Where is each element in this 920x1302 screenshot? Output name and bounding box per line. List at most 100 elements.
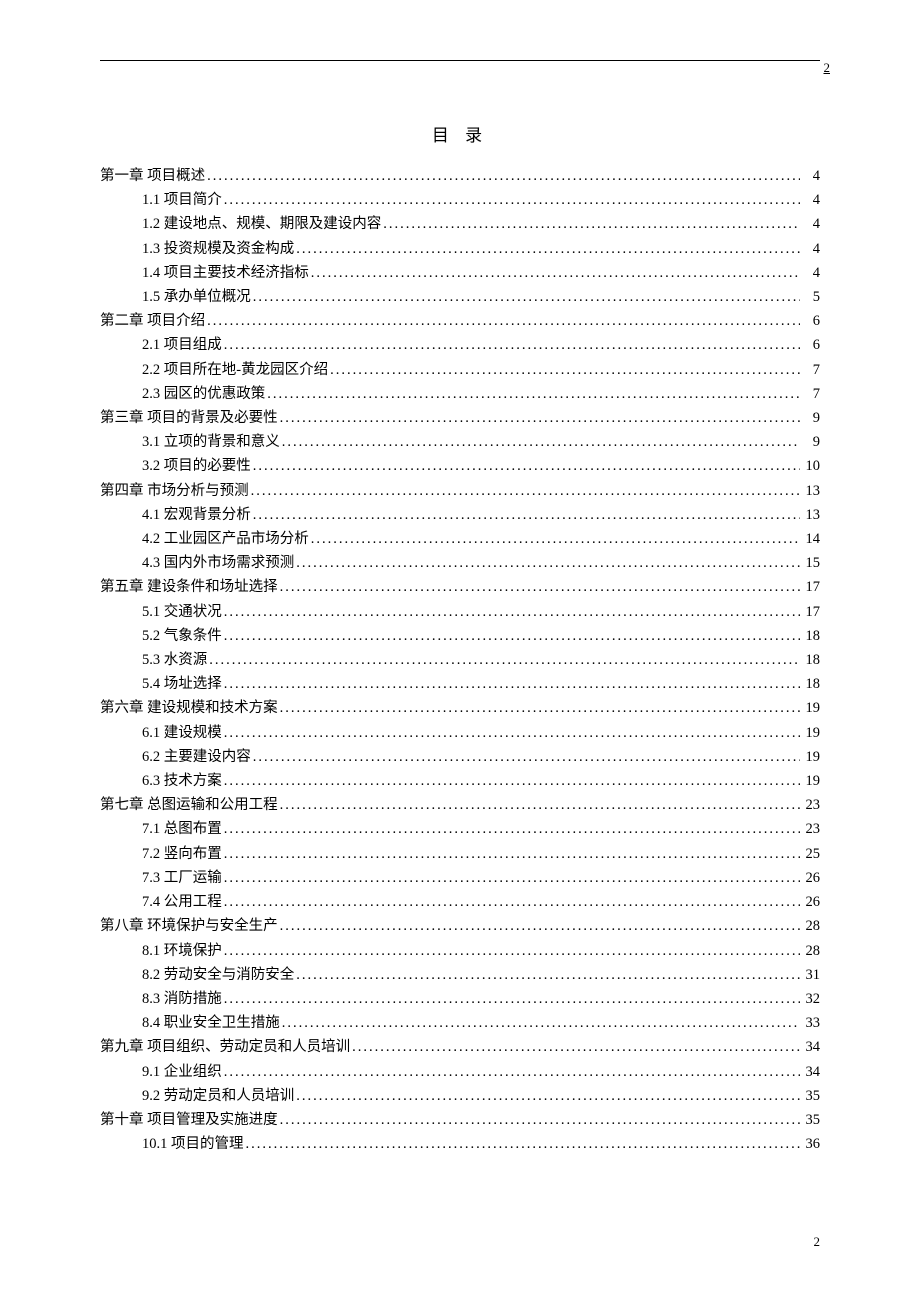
toc-entry: 1.1 项目简介4	[100, 188, 820, 212]
toc-entry-label: 7.3 工厂运输	[142, 866, 222, 890]
toc-leader-dots	[383, 212, 800, 236]
toc-entry: 5.2 气象条件 18	[100, 624, 820, 648]
toc-entry: 10.1 项目的管理36	[100, 1132, 820, 1156]
toc-entry: 3.1 立项的背景和意义 9	[100, 430, 820, 454]
toc-entry-label: 第十章 项目管理及实施进度	[100, 1108, 278, 1132]
toc-entry-page: 32	[802, 987, 820, 1011]
toc-entry-label: 3.1 立项的背景和意义	[142, 430, 280, 454]
toc-entry: 7.2 竖向布置25	[100, 842, 820, 866]
toc-leader-dots	[224, 866, 800, 890]
header-page-number: 2	[824, 60, 831, 76]
toc-entry-label: 5.1 交通状况	[142, 600, 222, 624]
toc-entry: 2.3 园区的优惠政策 7	[100, 382, 820, 406]
toc-leader-dots	[207, 164, 800, 188]
toc-entry-label: 8.1 环境保护	[142, 939, 222, 963]
toc-entry-label: 7.4 公用工程	[142, 890, 222, 914]
toc-leader-dots	[296, 237, 800, 261]
toc-entry-page: 34	[802, 1035, 820, 1059]
toc-leader-dots	[246, 1132, 801, 1156]
toc-entry: 4.3 国内外市场需求预测15	[100, 551, 820, 575]
toc-entry-page: 14	[802, 527, 820, 551]
toc-entry: 1.4 项目主要技术经济指标4	[100, 261, 820, 285]
toc-entry-page: 18	[802, 672, 820, 696]
toc-leader-dots	[296, 963, 800, 987]
header-rule	[100, 60, 820, 61]
toc-entry: 7.1 总图布置23	[100, 817, 820, 841]
toc-entry-page: 19	[802, 696, 820, 720]
toc-leader-dots	[224, 890, 800, 914]
toc-entry-label: 1.5 承办单位概况	[142, 285, 251, 309]
toc-leader-dots	[224, 624, 800, 648]
toc-entry-page: 17	[802, 600, 820, 624]
toc-entry-label: 3.2 项目的必要性	[142, 454, 251, 478]
toc-entry: 7.3 工厂运输 26	[100, 866, 820, 890]
toc-entry-page: 34	[802, 1060, 820, 1084]
toc-leader-dots	[224, 600, 800, 624]
toc-entry: 4.2 工业园区产品市场分析14	[100, 527, 820, 551]
toc-entry: 第六章 建设规模和技术方案19	[100, 696, 820, 720]
toc-entry: 1.5 承办单位概况 5	[100, 285, 820, 309]
toc-entry-page: 28	[802, 914, 820, 938]
toc-entry-label: 4.1 宏观背景分析	[142, 503, 251, 527]
toc-entry: 第三章 项目的背景及必要性9	[100, 406, 820, 430]
table-of-contents: 第一章 项目概述41.1 项目简介41.2 建设地点、规模、期限及建设内容41.…	[100, 164, 820, 1156]
toc-leader-dots	[330, 358, 800, 382]
toc-entry-page: 13	[802, 479, 820, 503]
toc-leader-dots	[296, 551, 800, 575]
toc-entry-label: 5.2 气象条件	[142, 624, 222, 648]
toc-entry-label: 8.3 消防措施	[142, 987, 222, 1011]
toc-entry-label: 1.4 项目主要技术经济指标	[142, 261, 309, 285]
toc-entry: 第四章 市场分析与预测13	[100, 479, 820, 503]
toc-entry-page: 26	[802, 890, 820, 914]
toc-entry-label: 第五章 建设条件和场址选择	[100, 575, 278, 599]
toc-leader-dots	[224, 817, 800, 841]
toc-entry-label: 1.1 项目简介	[142, 188, 222, 212]
toc-entry-label: 2.3 园区的优惠政策	[142, 382, 265, 406]
toc-leader-dots	[224, 842, 800, 866]
toc-entry-page: 19	[802, 745, 820, 769]
toc-entry: 1.2 建设地点、规模、期限及建设内容4	[100, 212, 820, 236]
toc-entry-page: 33	[802, 1011, 820, 1035]
toc-entry-page: 9	[802, 430, 820, 454]
toc-leader-dots	[224, 672, 800, 696]
document-page: 2 目 录 第一章 项目概述41.1 项目简介41.2 建设地点、规模、期限及建…	[0, 0, 920, 1196]
toc-entry-page: 5	[802, 285, 820, 309]
toc-entry: 5.1 交通状况 17	[100, 600, 820, 624]
toc-entry: 第七章 总图运输和公用工程23	[100, 793, 820, 817]
toc-entry-label: 第八章 环境保护与安全生产	[100, 914, 278, 938]
toc-entry: 6.1 建设规模19	[100, 721, 820, 745]
toc-title: 目 录	[100, 121, 820, 146]
footer-page-number: 2	[814, 1234, 821, 1250]
toc-entry-page: 7	[802, 358, 820, 382]
toc-entry-page: 26	[802, 866, 820, 890]
toc-entry-page: 25	[802, 842, 820, 866]
toc-entry-label: 9.2 劳动定员和人员培训	[142, 1084, 294, 1108]
toc-entry-page: 23	[802, 817, 820, 841]
toc-entry-page: 7	[802, 382, 820, 406]
toc-entry-page: 18	[802, 624, 820, 648]
toc-leader-dots	[224, 188, 800, 212]
toc-entry-page: 9	[802, 406, 820, 430]
toc-entry-page: 6	[802, 309, 820, 333]
toc-leader-dots	[224, 987, 800, 1011]
toc-leader-dots	[209, 648, 800, 672]
toc-leader-dots	[280, 696, 800, 720]
toc-leader-dots	[224, 721, 800, 745]
toc-entry: 2.2 项目所在地-黄龙园区介绍7	[100, 358, 820, 382]
toc-entry: 2.1 项目组成6	[100, 333, 820, 357]
toc-leader-dots	[311, 261, 800, 285]
toc-leader-dots	[224, 939, 800, 963]
toc-entry-page: 23	[802, 793, 820, 817]
toc-entry-label: 第一章 项目概述	[100, 164, 205, 188]
toc-leader-dots	[282, 430, 800, 454]
toc-leader-dots	[253, 285, 800, 309]
toc-entry: 第十章 项目管理及实施进度35	[100, 1108, 820, 1132]
toc-entry: 第二章 项目介绍6	[100, 309, 820, 333]
toc-entry-label: 1.3 投资规模及资金构成	[142, 237, 294, 261]
toc-entry: 9.1 企业组织 34	[100, 1060, 820, 1084]
toc-entry: 第五章 建设条件和场址选择17	[100, 575, 820, 599]
toc-entry-label: 9.1 企业组织	[142, 1060, 222, 1084]
toc-leader-dots	[280, 914, 800, 938]
toc-entry: 第一章 项目概述4	[100, 164, 820, 188]
toc-entry-label: 8.4 职业安全卫生措施	[142, 1011, 280, 1035]
